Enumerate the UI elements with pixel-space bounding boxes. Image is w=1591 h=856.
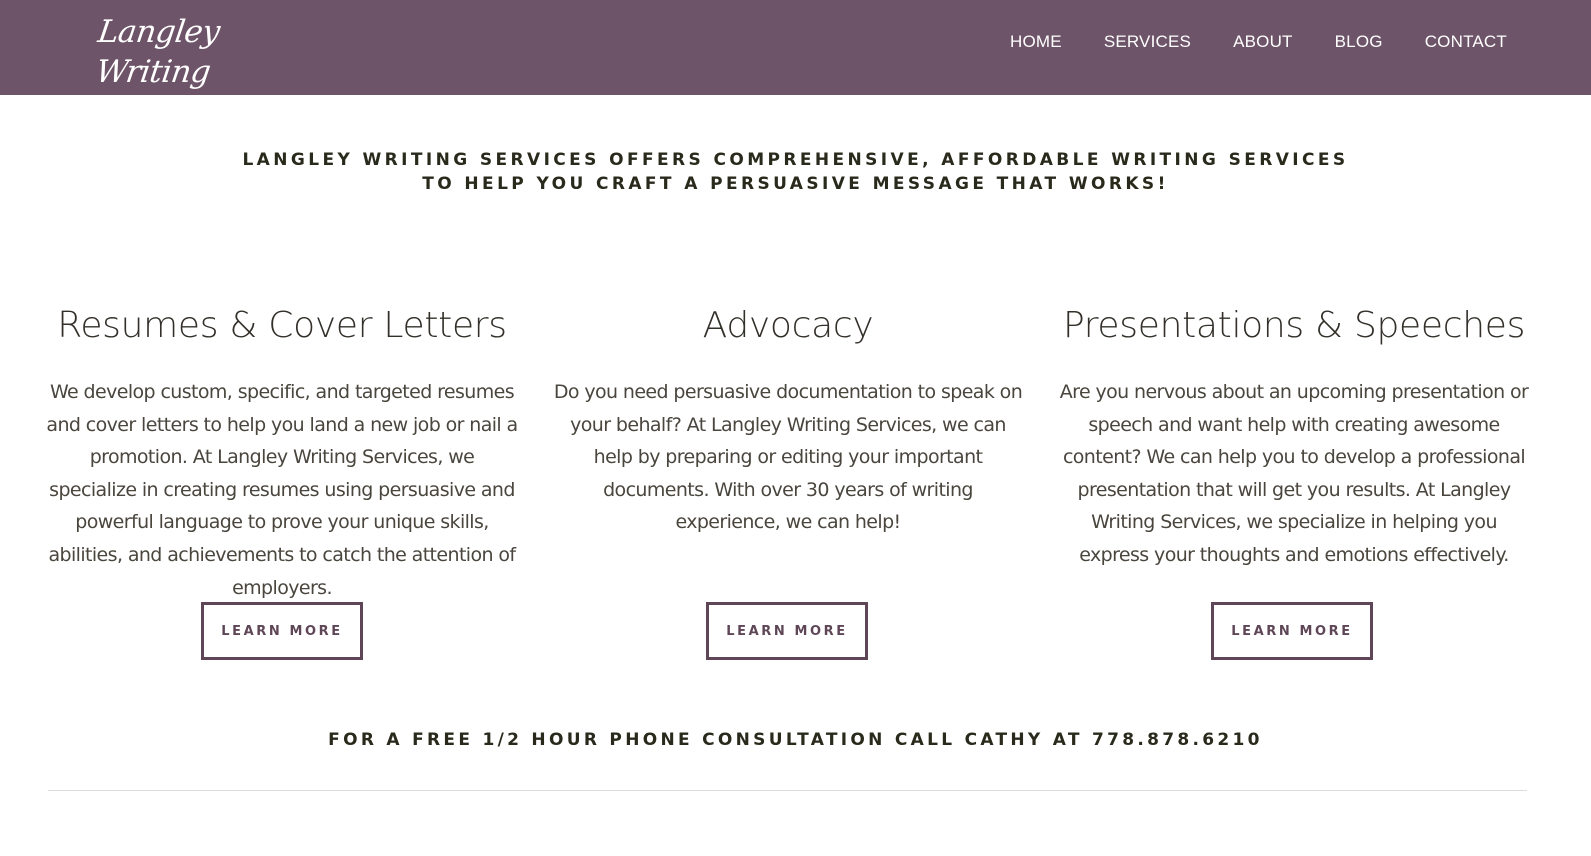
service-resumes: Resumes & Cover Letters We develop custo… xyxy=(42,300,522,604)
service-description: Are you nervous about an upcoming presen… xyxy=(1059,381,1529,566)
consultation-cta: FOR A FREE 1/2 HOUR PHONE CONSULTATION C… xyxy=(328,730,1263,750)
site-header: Langley Writing SERVICES HOME SERVICES A… xyxy=(0,0,1591,108)
service-description: Do you need persuasive documentation to … xyxy=(553,381,1023,534)
nav-home-link[interactable]: HOME xyxy=(1010,32,1062,52)
nav-blog-link[interactable]: BLOG xyxy=(1335,32,1383,52)
learn-more-presentations-button[interactable]: LEARN MORE xyxy=(1211,602,1373,660)
service-presentations: Presentations & Speeches Are you nervous… xyxy=(1054,300,1534,572)
site-logo[interactable]: Langley Writing SERVICES xyxy=(56,12,256,108)
logo-script-text: Langley Writing xyxy=(93,14,222,90)
nav-services-link[interactable]: SERVICES xyxy=(1104,32,1191,52)
learn-more-resumes-button[interactable]: LEARN MORE xyxy=(201,602,363,660)
tagline-line-2: TO HELP YOU CRAFT A PERSUASIVE MESSAGE T… xyxy=(422,174,1169,194)
service-title: Presentations & Speeches xyxy=(1062,305,1526,346)
main-nav: HOME SERVICES ABOUT BLOG CONTACT xyxy=(1010,0,1507,84)
service-advocacy: Advocacy Do you need persuasive document… xyxy=(548,300,1028,539)
nav-contact-link[interactable]: CONTACT xyxy=(1425,32,1507,52)
intro-tagline: LANGLEY WRITING SERVICES OFFERS COMPREHE… xyxy=(0,148,1591,196)
section-divider xyxy=(48,790,1527,791)
service-title: Advocacy xyxy=(702,305,874,346)
service-title: Resumes & Cover Letters xyxy=(57,305,507,346)
tagline-line-1: LANGLEY WRITING SERVICES OFFERS COMPREHE… xyxy=(242,150,1349,170)
service-description: We develop custom, specific, and targete… xyxy=(46,381,518,599)
nav-about-link[interactable]: ABOUT xyxy=(1233,32,1293,52)
learn-more-advocacy-button[interactable]: LEARN MORE xyxy=(706,602,868,660)
logo-sub-text: SERVICES xyxy=(94,94,227,108)
